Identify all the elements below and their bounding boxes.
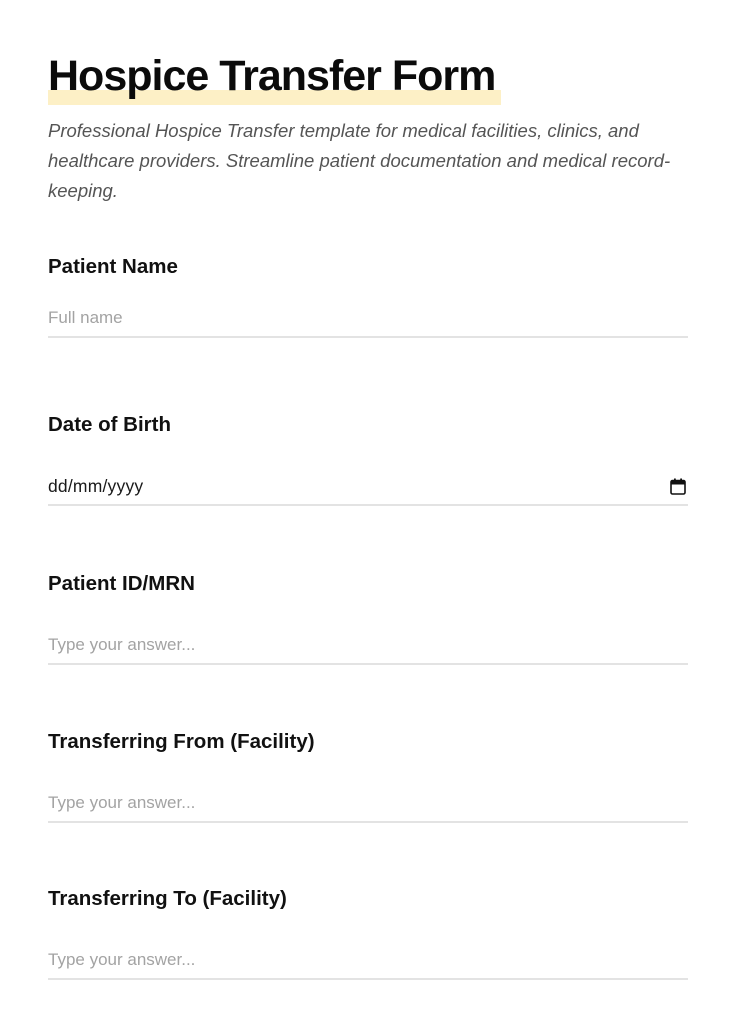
date-of-birth-label: Date of Birth [48, 413, 171, 436]
patient-name-input[interactable] [48, 300, 688, 338]
page-title: Hospice Transfer Form [48, 52, 496, 100]
patient-id-input[interactable] [48, 627, 688, 665]
form-page: Hospice Transfer Form Professional Hospi… [0, 0, 736, 1024]
date-of-birth-placeholder: dd/mm/yyyy [48, 475, 144, 496]
transferring-to-label: Transferring To (Facility) [48, 887, 287, 910]
patient-name-field: Patient Name [48, 254, 688, 338]
date-of-birth-field: Date of Birth dd/mm/yyyy [48, 412, 688, 506]
transferring-from-input[interactable] [48, 785, 688, 823]
transferring-from-field: Transferring From (Facility) [48, 729, 688, 823]
form-description: Professional Hospice Transfer template f… [48, 120, 671, 201]
calendar-icon[interactable] [670, 478, 686, 495]
patient-id-field: Patient ID/MRN [48, 571, 688, 665]
transferring-to-input[interactable] [48, 942, 688, 980]
transferring-from-label: Transferring From (Facility) [48, 730, 315, 753]
date-of-birth-input[interactable]: dd/mm/yyyy [48, 468, 688, 506]
patient-name-label: Patient Name [48, 255, 178, 278]
patient-id-label: Patient ID/MRN [48, 572, 195, 595]
transferring-to-field: Transferring To (Facility) [48, 886, 688, 980]
form-header: Hospice Transfer Form [48, 52, 501, 105]
